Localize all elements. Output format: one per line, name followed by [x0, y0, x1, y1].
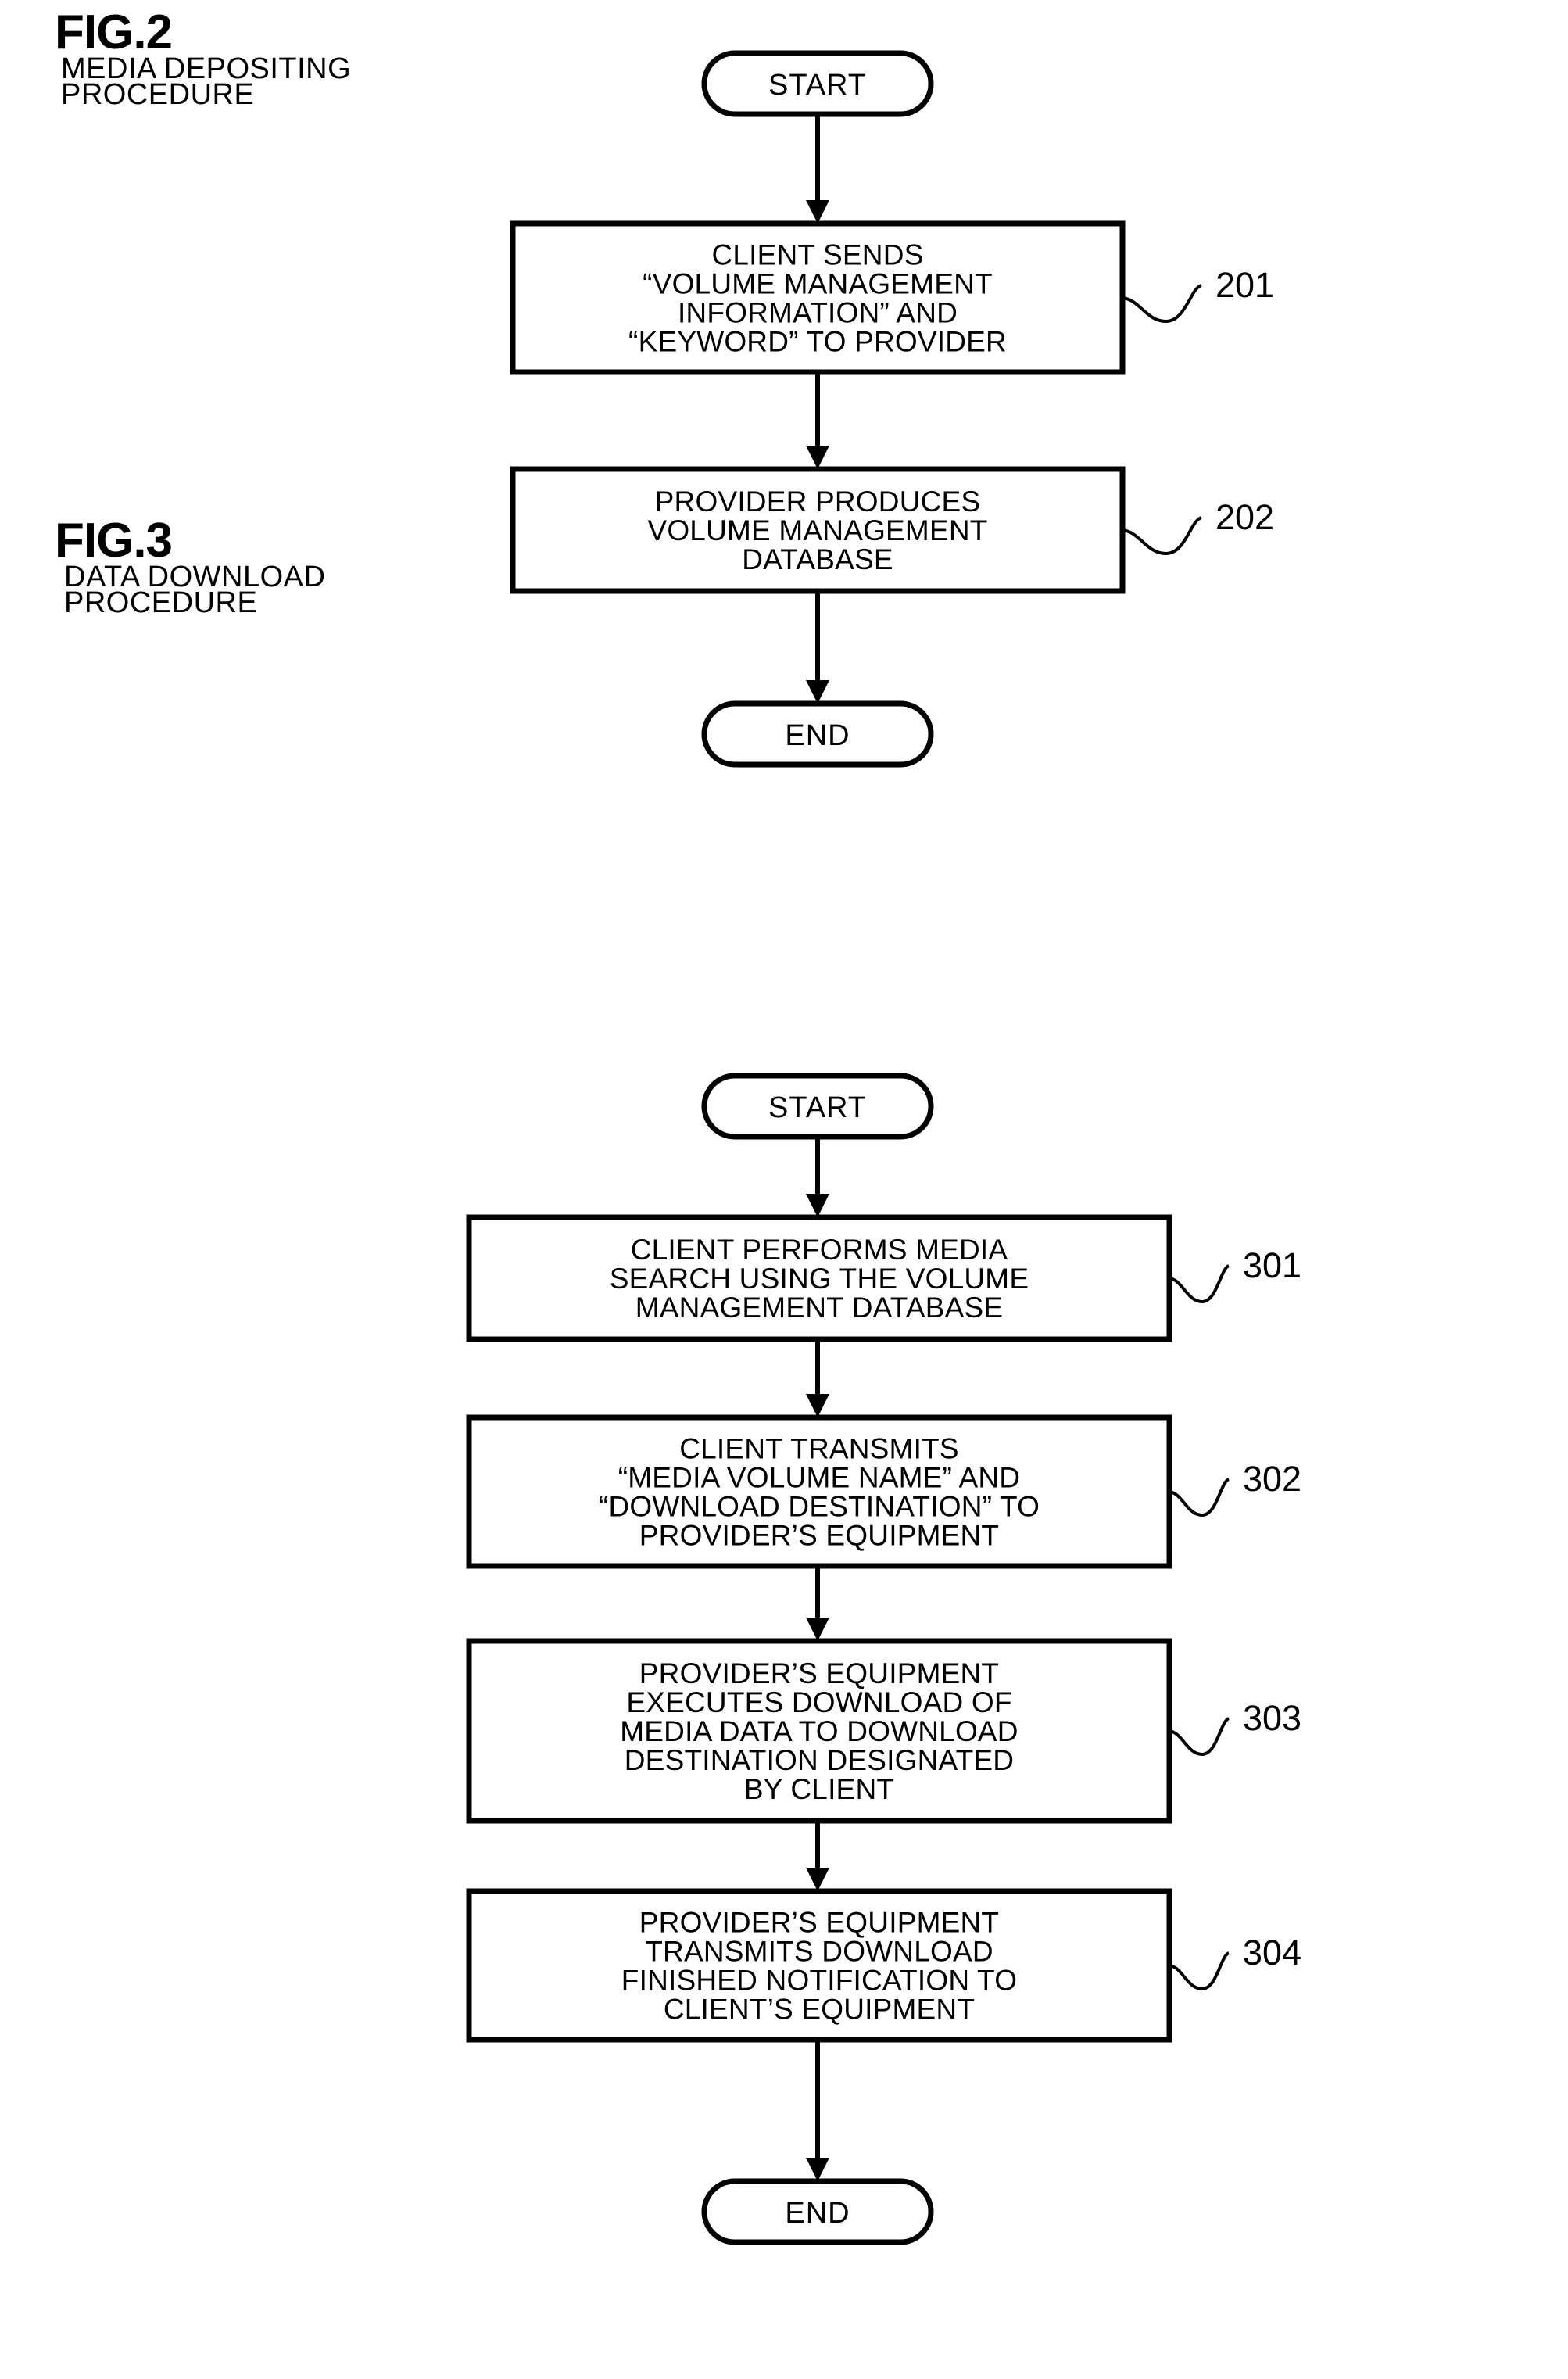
fig3-process-box-303-line: BY CLIENT: [744, 1773, 894, 1805]
fig2-process-box-201-line: CLIENT SENDS: [711, 239, 923, 271]
fig3-process-box-302-line: PROVIDER’S EQUIPMENT: [639, 1520, 999, 1552]
fig2-subtitle-line: PROCEDURE: [61, 78, 254, 111]
fig3-reference-numeral-302: 302: [1243, 1459, 1301, 1499]
fig3-process-box-304-line: CLIENT’S EQUIPMENT: [664, 1994, 975, 2026]
patent-figure-sheet: FIG.2 MEDIA DEPOSITING PROCEDURE START CLIEN…: [0, 0, 1568, 2375]
fig3-process-box-303-line: MEDIA DATA TO DOWNLOAD: [620, 1715, 1018, 1747]
fig3-process-box-304-line: TRANSMITS DOWNLOAD: [645, 1936, 993, 1968]
fig3-process-box-303-line: EXECUTES DOWNLOAD OF: [626, 1686, 1011, 1718]
fig3-process-box-301: CLIENT PERFORMS MEDIASEARCH USING THE VO…: [466, 1214, 1172, 1342]
fig3-subtitle-line: PROCEDURE: [64, 586, 257, 619]
figure-fig3: FIG.3DATA DOWNLOADPROCEDURESTARTCLIENT P…: [55, 514, 1301, 2245]
fig2-leader-201: [1122, 284, 1202, 324]
fig3-process-box-303-line: DESTINATION DESIGNATED: [625, 1744, 1014, 1776]
fig3-leader-303: [1169, 1717, 1230, 1757]
fig2-process-box-202-line: PROVIDER PRODUCES: [655, 485, 981, 518]
flowchart-canvas: FIG.2MEDIA DEPOSITINGPROCEDURE STARTCLIEN…: [55, 5, 1301, 2245]
fig2-start-terminator-label: START: [768, 69, 867, 102]
fig3-arrow-start: [806, 1137, 829, 1217]
fig2-process-box-202-line: VOLUME MANAGEMENT: [647, 514, 987, 546]
fig3-label: FIG.3: [55, 514, 172, 568]
fig3-arrow-after-302: [806, 1566, 829, 1641]
fig2-end-terminator: END: [701, 700, 934, 768]
fig2-reference-numeral-201: 201: [1215, 265, 1274, 305]
fig3-process-box-303: PROVIDER’S EQUIPMENTEXECUTES DOWNLOAD OF…: [466, 1638, 1172, 1824]
fig3-start-terminator: START: [701, 1073, 934, 1140]
fig2-process-box-201-line: “KEYWORD” TO PROVIDER: [628, 326, 1007, 358]
fig3-process-box-304: PROVIDER’S EQUIPMENTTRANSMITS DOWNLOADFI…: [466, 1888, 1172, 2043]
fig2-start-terminator: START: [701, 50, 934, 117]
figure-fig2: FIG.2MEDIA DEPOSITINGPROCEDURE STARTCLIEN…: [55, 5, 1274, 768]
fig3-process-box-304-line: PROVIDER’S EQUIPMENT: [639, 1907, 999, 1939]
fig3-arrow-after-301: [806, 1339, 829, 1417]
fig3-leader-302: [1169, 1478, 1230, 1517]
fig3-reference-numeral-304: 304: [1243, 1933, 1301, 1972]
fig2-arrow-after-201: [806, 372, 829, 469]
fig3-end-terminator: END: [701, 2178, 934, 2245]
fig2-end-terminator-label: END: [785, 719, 850, 752]
fig2-process-box-202-line: DATABASE: [742, 543, 893, 575]
fig3-reference-numeral-303: 303: [1243, 1698, 1301, 1738]
fig2-label: FIG.2: [55, 5, 172, 59]
fig3-process-box-302-line: “DOWNLOAD DESTINATION” TO: [599, 1491, 1040, 1523]
fig3-process-box-301-line: MANAGEMENT DATABASE: [635, 1292, 1004, 1324]
fig3-start-terminator-label: START: [768, 1091, 867, 1124]
fig3-leader-304: [1169, 1951, 1230, 1991]
fig3-arrow-after-304: [806, 2040, 829, 2181]
fig3-process-box-304-line: FINISHED NOTIFICATION TO: [621, 1965, 1017, 1997]
fig3-end-terminator-label: END: [785, 2197, 850, 2230]
fig2-process-box-201-line: “VOLUME MANAGEMENT: [643, 268, 993, 300]
fig2-arrow-start: [806, 114, 829, 224]
fig2-arrow-after-202: [806, 591, 829, 704]
fig3-arrow-after-303: [806, 1821, 829, 1891]
fig3-process-box-301-line: CLIENT PERFORMS MEDIA: [631, 1234, 1008, 1266]
fig3-process-box-303-line: PROVIDER’S EQUIPMENT: [639, 1657, 999, 1689]
fig3-process-box-301-line: SEARCH USING THE VOLUME: [610, 1263, 1029, 1295]
fig3-reference-numeral-301: 301: [1243, 1245, 1301, 1285]
fig2-reference-numeral-202: 202: [1215, 497, 1274, 537]
fig2-process-box-201: CLIENT SENDS“VOLUME MANAGEMENTINFORMATIO…: [510, 220, 1126, 375]
fig2-process-box-201-line: INFORMATION” AND: [678, 297, 958, 329]
fig3-process-box-302: CLIENT TRANSMITS“MEDIA VOLUME NAME” AND“…: [466, 1414, 1172, 1569]
fig3-process-box-302-line: “MEDIA VOLUME NAME” AND: [618, 1462, 1020, 1494]
fig2-leader-202: [1122, 516, 1202, 556]
fig3-process-box-302-line: CLIENT TRANSMITS: [679, 1433, 959, 1465]
fig2-process-box-202: PROVIDER PRODUCESVOLUME MANAGEMENTDATABA…: [510, 466, 1126, 594]
fig3-leader-301: [1169, 1264, 1230, 1304]
